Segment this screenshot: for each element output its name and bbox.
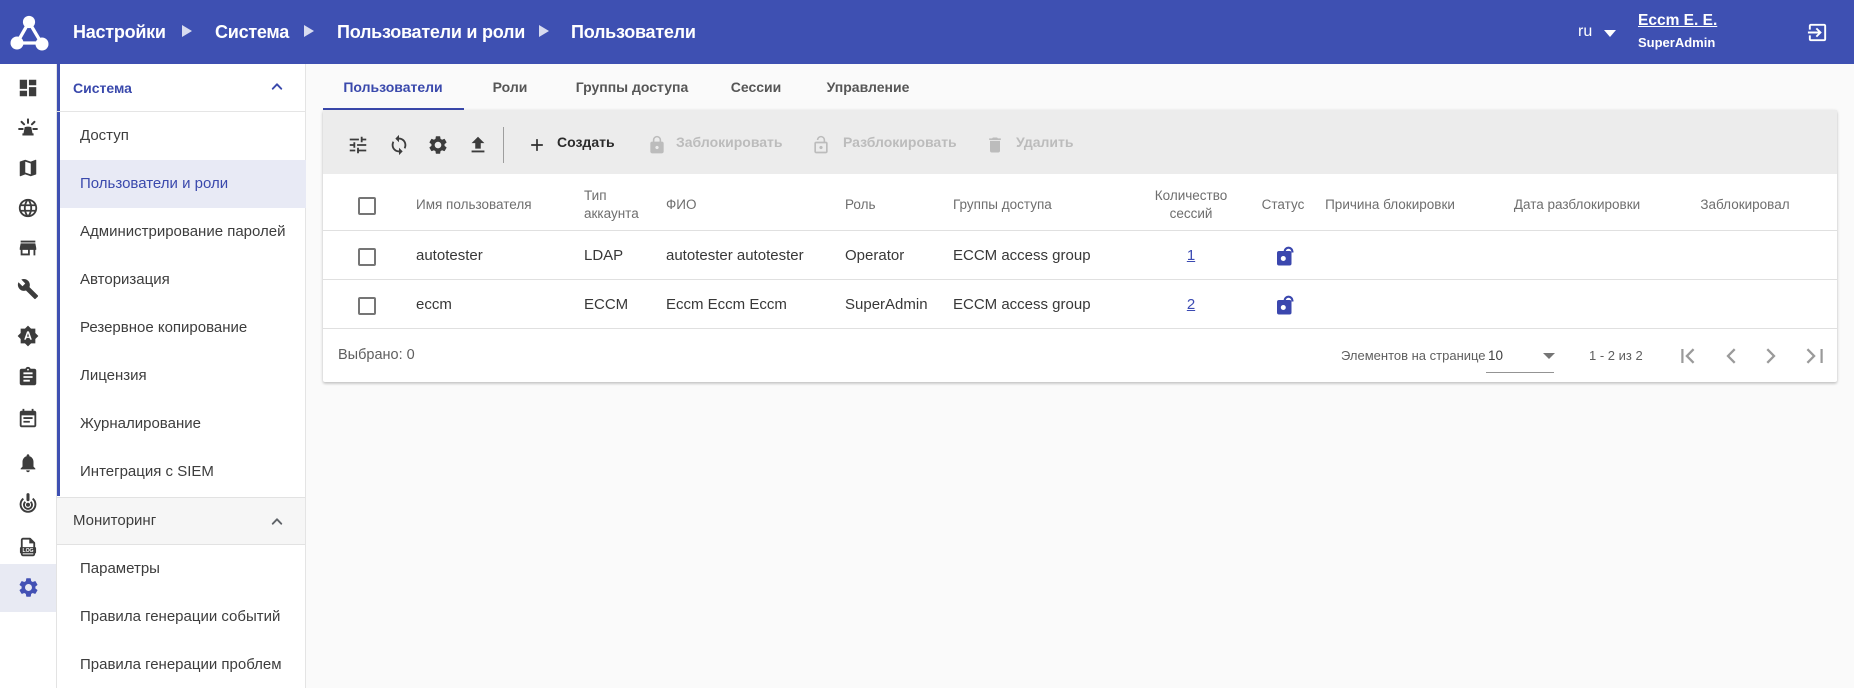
svg-text:LOG: LOG (22, 548, 33, 554)
